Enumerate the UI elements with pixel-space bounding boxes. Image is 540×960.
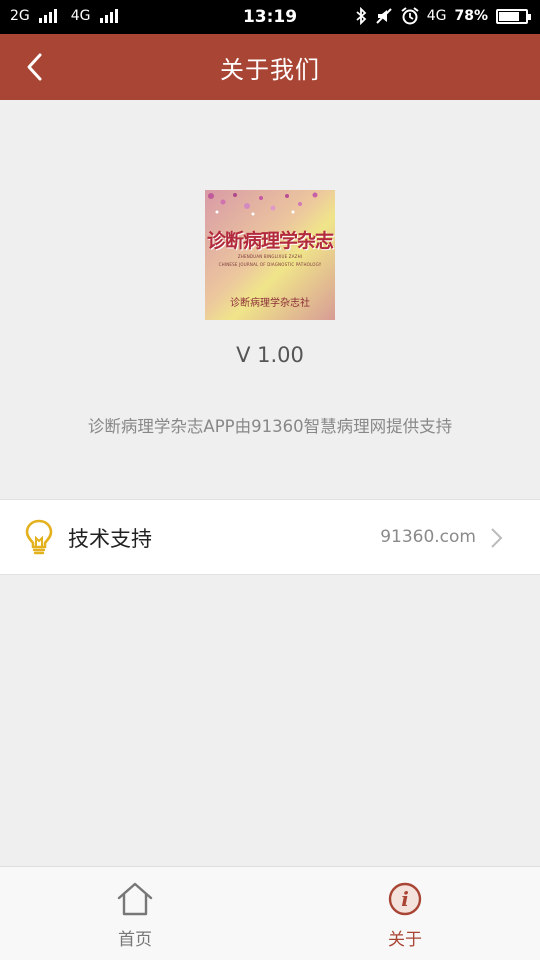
logo-decoration [208, 192, 318, 216]
page-title: 关于我们 [220, 56, 320, 84]
home-icon [117, 882, 153, 916]
tech-support-row[interactable]: 技术支持 91360.com [0, 499, 540, 575]
journal-logo: 诊断病理学杂志 ZHENDUAN BINGLIXUE ZAZHI CHINESE… [205, 190, 335, 320]
tab-home-label: 首页 [118, 930, 152, 950]
battery-icon [496, 8, 531, 24]
battery-level [499, 11, 520, 21]
tech-support-label: 技术支持 [68, 527, 152, 551]
tech-support-link: 91360.com [380, 527, 476, 547]
bluetooth-icon [356, 7, 367, 25]
info-icon: i [388, 882, 422, 916]
app-header: 关于我们 [0, 34, 540, 100]
bottom-tab-bar: 首页 i 关于 [0, 866, 540, 960]
network-label-3: 4G [426, 8, 447, 24]
status-icons: 4G 78% [355, 7, 531, 25]
app-version: V 1.00 [236, 343, 304, 367]
lightbulb-icon [25, 519, 53, 555]
app-description: 诊断病理学杂志APP由91360智慧病理网提供支持 [87, 417, 453, 436]
logo-publisher: 诊断病理学杂志社 [230, 298, 310, 309]
tab-about[interactable]: i 关于 [270, 867, 540, 960]
alarm-icon [401, 7, 419, 25]
svg-text:i: i [401, 887, 409, 911]
tab-about-label: 关于 [388, 930, 422, 950]
mute-icon [376, 8, 392, 24]
chevron-right-icon [491, 528, 503, 548]
status-bar: 2G 4G 13:19 4G 78% [0, 0, 540, 34]
logo-title: 诊断病理学杂志 [206, 230, 334, 252]
tab-home[interactable]: 首页 [0, 867, 270, 960]
logo-english: CHINESE JOURNAL OF DIAGNOSTIC PATHOLOGY [218, 262, 322, 267]
battery-percent: 78% [454, 8, 488, 24]
logo-pinyin: ZHENDUAN BINGLIXUE ZAZHI [237, 254, 303, 259]
